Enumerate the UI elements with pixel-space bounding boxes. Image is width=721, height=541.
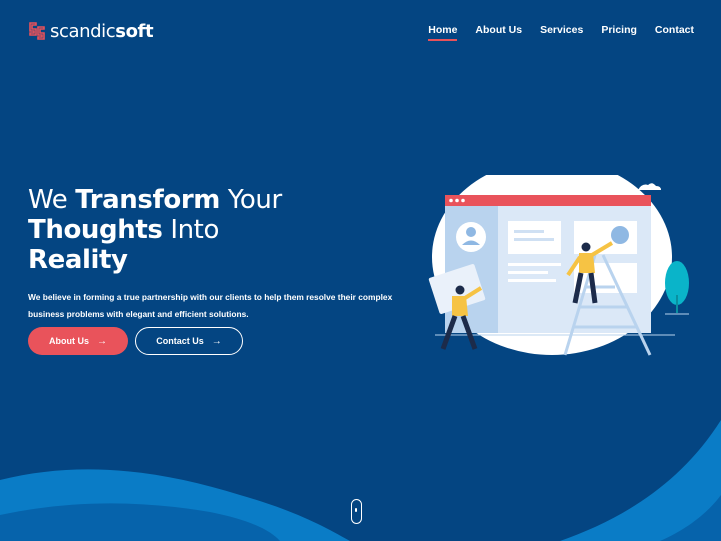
about-us-button-label: About Us [49,336,89,346]
nav-item-contact[interactable]: Contact [655,24,694,36]
hero-title: We Transform Your Thoughts Into Reality [28,185,282,275]
nav-item-home[interactable]: Home [428,24,458,41]
logo[interactable]: scandicsoft [28,20,154,42]
nav-item-pricing[interactable]: Pricing [601,24,637,36]
about-us-button[interactable]: About Us → [28,327,128,355]
scandicsoft-logo-icon [29,22,45,40]
mouse-scroll-icon[interactable] [351,499,362,524]
scroll-dot [355,508,358,512]
nav-item-about-us[interactable]: About Us [475,24,522,36]
site-header: scandicsoft Home About Us Services Prici… [0,0,721,60]
arrow-right-icon: → [97,335,107,347]
nav-item-services[interactable]: Services [540,24,583,36]
main-nav: Home About Us Services Pricing Contact [428,24,694,41]
contact-us-button[interactable]: Contact Us → [135,327,243,355]
arrow-right-icon: → [211,335,222,347]
contact-us-button-label: Contact Us [156,336,204,346]
hero-subtitle: We believe in forming a true partnership… [28,292,393,319]
tree-icon [665,261,689,315]
logo-text: scandicsoft [50,20,154,42]
team-building-website-illustration [428,175,689,356]
